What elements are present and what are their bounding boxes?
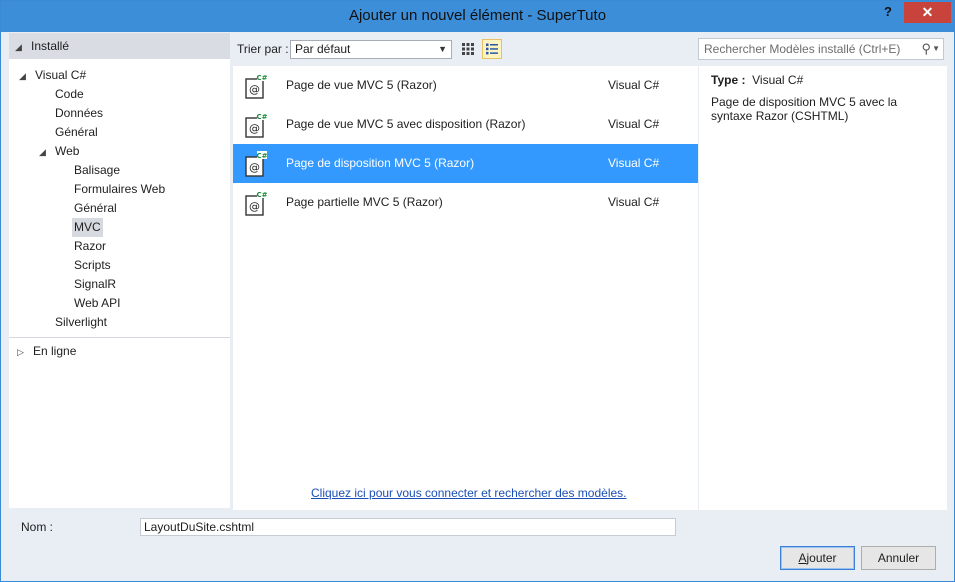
template-name: Page de disposition MVC 5 (Razor) [286, 156, 475, 170]
razor-file-icon: @ C# [245, 73, 267, 99]
tree-item-formulaires-web[interactable]: Formulaires Web [72, 180, 167, 199]
svg-text:C#: C# [256, 113, 267, 121]
search-input[interactable]: Rechercher Modèles installé (Ctrl+E) ⚲ ▼ [698, 38, 944, 60]
template-language: Visual C# [608, 156, 660, 170]
tree-item-web-general[interactable]: Général [72, 199, 119, 218]
cancel-button[interactable]: Annuler [861, 546, 936, 570]
category-tree: ◢ Installé ◢ Visual C# Code Données Généra… [9, 33, 230, 508]
template-name: Page de vue MVC 5 (Razor) [286, 78, 437, 92]
svg-text:C#: C# [256, 191, 267, 199]
description-panel: Type : Visual C# Page de disposition MVC… [699, 66, 947, 510]
template-language: Visual C# [608, 195, 660, 209]
svg-text:@: @ [249, 83, 260, 96]
installed-header[interactable]: ◢ Installé [9, 33, 230, 59]
name-field[interactable]: LayoutDuSite.cshtml [140, 518, 676, 536]
search-icon[interactable]: ⚲ [921, 39, 931, 59]
razor-file-icon: @ C# [245, 112, 267, 138]
template-row[interactable]: @ C# Page de vue MVC 5 avec disposition … [233, 105, 698, 144]
sort-label: Trier par : [237, 42, 289, 56]
tree-item-scripts[interactable]: Scripts [72, 256, 113, 275]
tree-item-installe[interactable]: Installé [29, 37, 71, 56]
description-type: Type : Visual C# [711, 73, 935, 87]
template-row-selected[interactable]: @ C# Page de disposition MVC 5 (Razor) V… [233, 144, 698, 183]
template-list: @ C# Page de vue MVC 5 (Razor) Visual C#… [233, 66, 698, 510]
type-label: Type : [711, 73, 746, 87]
tree-item-razor[interactable]: Razor [72, 237, 108, 256]
template-row[interactable]: @ C# Page partielle MVC 5 (Razor) Visual… [233, 183, 698, 222]
collapsed-arrow-icon[interactable]: ▷ [17, 343, 31, 362]
name-label: Nom : [21, 520, 54, 534]
online-search-link[interactable]: Cliquez ici pour vous connecter et reche… [311, 486, 627, 500]
search-placeholder: Rechercher Modèles installé (Ctrl+E) [704, 42, 901, 56]
template-language: Visual C# [608, 117, 660, 131]
template-row[interactable]: @ C# Page de vue MVC 5 (Razor) Visual C# [233, 66, 698, 105]
dialog-window: Ajouter un nouvel élément - SuperTuto ? … [0, 0, 955, 582]
tree-item-mvc[interactable]: MVC [72, 218, 103, 237]
type-value: Visual C# [752, 73, 804, 87]
list-view-button[interactable] [482, 39, 502, 59]
svg-text:@: @ [249, 161, 260, 174]
add-label: jouter [806, 551, 837, 565]
svg-text:C#: C# [256, 74, 267, 82]
expanded-arrow-icon[interactable]: ◢ [15, 38, 29, 57]
add-button[interactable]: Ajouter [780, 546, 855, 570]
tree-item-code[interactable]: Code [53, 85, 86, 104]
tree-item-visual-csharp[interactable]: Visual C# [33, 66, 88, 85]
tree-item-silverlight[interactable]: Silverlight [53, 313, 109, 332]
template-name: Page partielle MVC 5 (Razor) [286, 195, 443, 209]
razor-file-icon: @ C# [245, 190, 267, 216]
chevron-down-icon: ▼ [438, 44, 447, 54]
description-text: Page de disposition MVC 5 avec la syntax… [711, 95, 898, 123]
sort-dropdown[interactable]: Par défaut ▼ [290, 40, 452, 59]
list-view-icon [486, 43, 498, 55]
sort-value: Par défaut [295, 42, 351, 56]
expanded-arrow-icon[interactable]: ◢ [19, 67, 33, 86]
tree-node-en-ligne[interactable]: ▷ En ligne [17, 342, 78, 361]
svg-text:@: @ [249, 122, 260, 135]
window-title: Ajouter un nouvel élément - SuperTuto [348, 7, 607, 24]
template-name: Page de vue MVC 5 avec disposition (Razo… [286, 117, 526, 131]
title-bar[interactable]: Ajouter un nouvel élément - SuperTuto ? … [1, 1, 954, 32]
template-language: Visual C# [608, 78, 660, 92]
expanded-arrow-icon[interactable]: ◢ [39, 143, 53, 162]
svg-text:C#: C# [256, 152, 267, 160]
help-button[interactable]: ? [879, 4, 897, 22]
tree-item-web-api[interactable]: Web API [72, 294, 122, 313]
tree-item-web[interactable]: Web [53, 142, 81, 161]
grid-view-button[interactable] [458, 39, 478, 59]
chevron-down-icon[interactable]: ▼ [932, 39, 940, 59]
grid-view-icon [462, 43, 474, 55]
tree-item-en-ligne[interactable]: En ligne [31, 342, 78, 361]
razor-file-icon: @ C# [245, 151, 267, 177]
tree-item-donnees[interactable]: Données [53, 104, 105, 123]
tree-item-general[interactable]: Général [53, 123, 100, 142]
tree-item-balisage[interactable]: Balisage [72, 161, 122, 180]
tree-node-visual-csharp[interactable]: ◢ Visual C# [19, 66, 88, 85]
tree-divider [9, 337, 230, 338]
svg-text:@: @ [249, 200, 260, 213]
close-button[interactable]: ✕ [904, 2, 951, 23]
tree-item-signalr[interactable]: SignalR [72, 275, 118, 294]
tree-node-web[interactable]: ◢ Web [39, 142, 81, 161]
